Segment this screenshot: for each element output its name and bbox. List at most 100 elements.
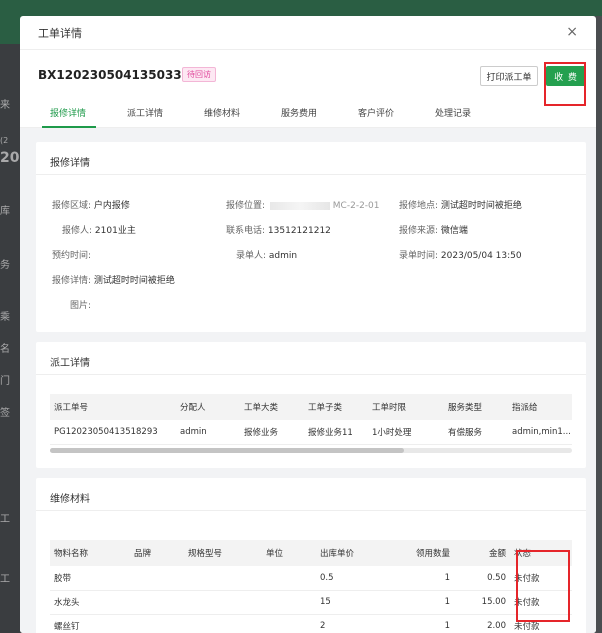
table-cell <box>130 566 184 591</box>
table-cell: 15.00 <box>454 590 510 615</box>
field-images: 图片: <box>70 298 91 311</box>
table-cell <box>184 614 262 633</box>
background-text: 乘 <box>0 312 10 323</box>
table-cell <box>130 590 184 615</box>
field-value: MC-2-2-01 <box>332 201 380 211</box>
modal-header: 工单详情 <box>20 16 596 50</box>
field-label: 预约时间: <box>52 251 92 261</box>
field-value: 2023/05/04 13:50 <box>440 251 522 261</box>
status-badge: 待回访 <box>182 67 216 82</box>
background-text: 库 <box>0 206 10 217</box>
table-cell: 水龙头 <box>50 590 130 615</box>
section-title: 维修材料 <box>50 494 90 505</box>
table-row[interactable]: 水龙头 15 1 15.00 未付款 <box>50 590 572 615</box>
field-label: 图片: <box>70 301 92 311</box>
column-header: 工单子类 <box>304 394 368 420</box>
field-label: 报修地点: <box>399 201 439 211</box>
field-value: 户内报修 <box>93 201 130 211</box>
field-repair-area: 报修区域: 户内报修 <box>52 198 130 211</box>
tab-repair-details[interactable]: 报修详情 <box>50 106 86 119</box>
table-row[interactable]: PG12023050413518293 admin 报修业务 报修业务11 1小… <box>50 420 572 445</box>
table-cell: 2.00 <box>454 614 510 633</box>
table-cell <box>184 590 262 615</box>
field-phone: 联系电话: 13512121212 <box>226 223 331 236</box>
field-value: 测试超时时间被拒绝 <box>440 201 522 211</box>
divider <box>36 174 586 175</box>
column-header: 工单大类 <box>240 394 304 420</box>
background-text: 来 <box>0 100 10 111</box>
column-header: 工单时限 <box>368 394 444 420</box>
field-record-time: 录单时间: 2023/05/04 13:50 <box>399 248 522 261</box>
table-header-row: 派工单号 分配人 工单大类 工单子类 工单时限 服务类型 指派给 <box>50 394 572 420</box>
tab-bar: 报修详情 派工详情 维修材料 服务费用 客户评价 处理记录 <box>20 100 596 128</box>
background-text: 务 <box>0 260 10 271</box>
table-cell <box>262 590 316 615</box>
print-dispatch-button[interactable]: 打印派工单 <box>480 66 538 86</box>
background-text: 签 <box>0 408 10 419</box>
field-repair-detail: 报修详情: 测试超时时间被拒绝 <box>52 273 175 286</box>
column-header: 物料名称 <box>50 540 130 566</box>
field-label: 报修详情: <box>52 276 92 286</box>
dispatch-table: 派工单号 分配人 工单大类 工单子类 工单时限 服务类型 指派给 PG12023… <box>50 394 572 445</box>
field-value: admin <box>268 251 298 261</box>
table-cell <box>184 566 262 591</box>
tab-service-fees[interactable]: 服务费用 <box>281 106 317 119</box>
field-label: 报修来源: <box>399 226 439 236</box>
column-header: 单位 <box>262 540 316 566</box>
close-icon[interactable]: × <box>566 24 578 40</box>
divider <box>36 510 586 511</box>
work-order-modal: 工单详情 × BX12023050413503392 待回访 打印派工单 收 费… <box>20 16 596 633</box>
field-source: 报修来源: 微信端 <box>399 223 468 236</box>
materials-card: 维修材料 物料名称 品牌 规格型号 单位 出库单价 领用数量 金额 状态 胶带 <box>36 478 586 633</box>
table-cell: 胶带 <box>50 566 130 591</box>
table-cell: 报修业务11 <box>304 420 368 445</box>
table-cell: PG12023050413518293 <box>50 420 176 445</box>
repair-details-card: 报修详情 报修区域: 户内报修 报修位置: MC-2-2-01 报修地点: 测试… <box>36 142 586 332</box>
divider <box>36 374 586 375</box>
table-cell <box>262 614 316 633</box>
table-cell: admin,min1... <box>508 420 572 445</box>
column-header: 领用数量 <box>388 540 454 566</box>
field-appointment: 预约时间: <box>52 248 91 261</box>
table-cell: admin <box>176 420 240 445</box>
field-value: 13512121212 <box>267 226 331 236</box>
column-header: 规格型号 <box>184 540 262 566</box>
table-row[interactable]: 螺丝钉 2 1 2.00 未付款 <box>50 614 572 633</box>
table-header-row: 物料名称 品牌 规格型号 单位 出库单价 领用数量 金额 状态 <box>50 540 572 566</box>
field-label: 录单时间: <box>399 251 439 261</box>
table-cell: 有偿服务 <box>444 420 508 445</box>
table-cell: 螺丝钉 <box>50 614 130 633</box>
table-cell: 1小时处理 <box>368 420 444 445</box>
redacted-mask <box>269 201 330 210</box>
section-title: 派工详情 <box>50 358 90 369</box>
background-text: 工 <box>0 514 10 525</box>
tab-customer-review[interactable]: 客户评价 <box>358 106 394 119</box>
tab-content: 报修详情 报修区域: 户内报修 报修位置: MC-2-2-01 报修地点: 测试… <box>20 128 596 633</box>
dispatch-details-card: 派工详情 派工单号 分配人 工单大类 工单子类 工单时限 服务类型 指派给 PG… <box>36 342 586 468</box>
scrollbar-thumb[interactable] <box>50 448 404 453</box>
table-cell: 2 <box>316 614 388 633</box>
table-cell: 0.50 <box>454 566 510 591</box>
tab-dispatch-details[interactable]: 派工详情 <box>127 106 163 119</box>
field-repair-location: 报修位置: MC-2-2-01 <box>226 198 380 211</box>
column-header: 派工单号 <box>50 394 176 420</box>
background-text: 20 <box>0 150 20 166</box>
modal-title: 工单详情 <box>38 26 82 40</box>
field-value: 测试超时时间被拒绝 <box>93 276 175 286</box>
field-label: 录单人: <box>236 251 267 261</box>
field-repair-place: 报修地点: 测试超时时间被拒绝 <box>399 198 522 211</box>
table-row[interactable]: 胶带 0.5 1 0.50 未付款 <box>50 566 572 591</box>
field-value: 微信端 <box>440 226 468 236</box>
highlight-box <box>516 550 570 622</box>
column-header: 指派给 <box>508 394 572 420</box>
table-cell: 1 <box>388 614 454 633</box>
table-cell <box>262 566 316 591</box>
tab-process-log[interactable]: 处理记录 <box>435 106 471 119</box>
field-label: 报修区域: <box>52 201 92 211</box>
background-text: 门 <box>0 376 10 387</box>
table-cell: 1 <box>388 566 454 591</box>
order-number: BX12023050413503392 <box>38 68 199 82</box>
field-label: 联系电话: <box>226 226 266 236</box>
tab-materials[interactable]: 维修材料 <box>204 106 240 119</box>
background-text: 名 <box>0 344 10 355</box>
